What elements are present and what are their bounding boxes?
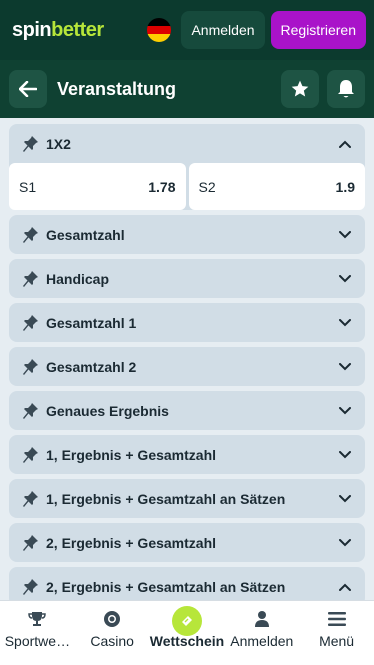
menu-icon [327,609,346,629]
market-name: 1X2 [46,135,71,152]
odd-label: S1 [19,178,37,195]
logo-better: better [51,18,104,41]
market-header[interactable]: Genaues Ergebnis [9,391,365,430]
page-title: Veranstaltung [57,78,177,99]
market-name: 1, Ergebnis + Gesamtzahl [46,446,217,463]
nav-casino[interactable]: Casino [75,601,150,665]
register-button[interactable]: Registrieren [270,11,366,49]
nav-label: Casino [90,633,134,649]
notifications-button[interactable] [327,70,365,108]
nav-betslip[interactable]: Wettschein [150,601,225,665]
top-bar: spin better Anmelden Registrieren [0,0,374,60]
nav-login[interactable]: Anmelden [224,601,299,665]
market-gesamtzahl-2[interactable]: Gesamtzahl 2 [9,347,365,386]
nav-menu[interactable]: Menü [299,601,374,665]
pin-icon[interactable] [21,533,41,553]
event-bar: Veranstaltung [0,60,374,118]
pin-icon[interactable] [21,577,41,597]
market-1-ergebnis-gesamtzahl-saetze[interactable]: 1, Ergebnis + Gesamtzahl an Sätzen [9,479,365,518]
market-2-ergebnis-gesamtzahl[interactable]: 2, Ergebnis + Gesamtzahl [9,523,365,562]
pin-icon[interactable] [21,445,41,465]
market-1x2: 1X2 S1 1.78 S2 1.9 [9,124,365,210]
odd-value: 1.9 [335,178,355,195]
chevron-down-icon[interactable] [337,403,353,419]
odds-row: S1 1.78 S2 1.9 [9,163,365,210]
german-flag-icon[interactable] [147,18,172,42]
chevron-down-icon[interactable] [337,271,353,287]
ticket-icon [171,606,202,636]
favorite-button[interactable] [281,70,319,108]
market-header[interactable]: Gesamtzahl [9,215,365,254]
market-name: 2, Ergebnis + Gesamtzahl [46,534,217,551]
pin-icon[interactable] [21,313,41,333]
markets-list: 1X2 S1 1.78 S2 1.9 Gesamtzahl Handicap G… [0,118,374,600]
nav-label: Sportwe… [4,633,71,649]
back-button[interactable] [9,70,47,108]
market-gesamtzahl-1[interactable]: Gesamtzahl 1 [9,303,365,342]
market-header[interactable]: 2, Ergebnis + Gesamtzahl [9,523,365,562]
arrow-left-icon [19,81,37,97]
chevron-up-icon[interactable] [337,136,353,152]
nav-sports[interactable]: Sportwe… [0,601,75,665]
market-genaues-ergebnis[interactable]: Genaues Ergebnis [9,391,365,430]
market-name: Handicap [46,270,110,287]
market-header[interactable]: 1, Ergebnis + Gesamtzahl [9,435,365,474]
pin-icon[interactable] [21,134,41,154]
user-icon [254,609,270,629]
odd-button-s1[interactable]: S1 1.78 [9,163,186,210]
odd-label: S2 [198,178,216,195]
market-handicap[interactable]: Handicap [9,259,365,298]
chevron-down-icon[interactable] [337,491,353,507]
star-icon [291,80,309,97]
chevron-down-icon[interactable] [337,315,353,331]
bell-icon [338,80,354,98]
market-header[interactable]: Handicap [9,259,365,298]
market-header[interactable]: 1, Ergebnis + Gesamtzahl an Sätzen [9,479,365,518]
market-header[interactable]: Gesamtzahl 2 [9,347,365,386]
chevron-down-icon[interactable] [337,359,353,375]
odd-button-s2[interactable]: S2 1.9 [188,163,365,210]
pin-icon[interactable] [21,269,41,289]
market-1-ergebnis-gesamtzahl[interactable]: 1, Ergebnis + Gesamtzahl [9,435,365,474]
chevron-down-icon[interactable] [337,447,353,463]
market-name: Gesamtzahl 1 [46,314,137,331]
pin-icon[interactable] [21,225,41,245]
chevron-up-icon[interactable] [337,579,353,595]
market-gesamtzahl[interactable]: Gesamtzahl [9,215,365,254]
market-header[interactable]: 2, Ergebnis + Gesamtzahl an Sätzen [9,567,365,600]
pin-icon[interactable] [21,357,41,377]
login-button[interactable]: Anmelden [181,11,265,49]
market-name: Gesamtzahl 2 [46,358,137,375]
casino-chip-icon [103,609,121,629]
logo-spin: spin [12,18,52,41]
logo[interactable]: spin better [12,19,104,42]
pin-icon[interactable] [21,401,41,421]
pin-icon[interactable] [21,489,41,509]
market-name: 2, Ergebnis + Gesamtzahl an Sätzen [46,578,286,595]
odd-value: 1.78 [148,178,176,195]
market-header[interactable]: 1X2 [9,124,365,163]
nav-label: Menü [319,633,355,649]
trophy-icon [28,609,47,629]
market-name: Gesamtzahl [46,226,125,243]
market-2-ergebnis-gesamtzahl-saetze[interactable]: 2, Ergebnis + Gesamtzahl an Sätzen [9,567,365,600]
market-name: Genaues Ergebnis [46,402,169,419]
chevron-down-icon[interactable] [337,227,353,243]
chevron-down-icon[interactable] [337,535,353,551]
nav-label: Anmelden [230,633,294,649]
bottom-nav: Sportwe… Casino Wettschein Anmelden Menü [0,600,374,665]
market-header[interactable]: Gesamtzahl 1 [9,303,365,342]
market-name: 1, Ergebnis + Gesamtzahl an Sätzen [46,490,286,507]
